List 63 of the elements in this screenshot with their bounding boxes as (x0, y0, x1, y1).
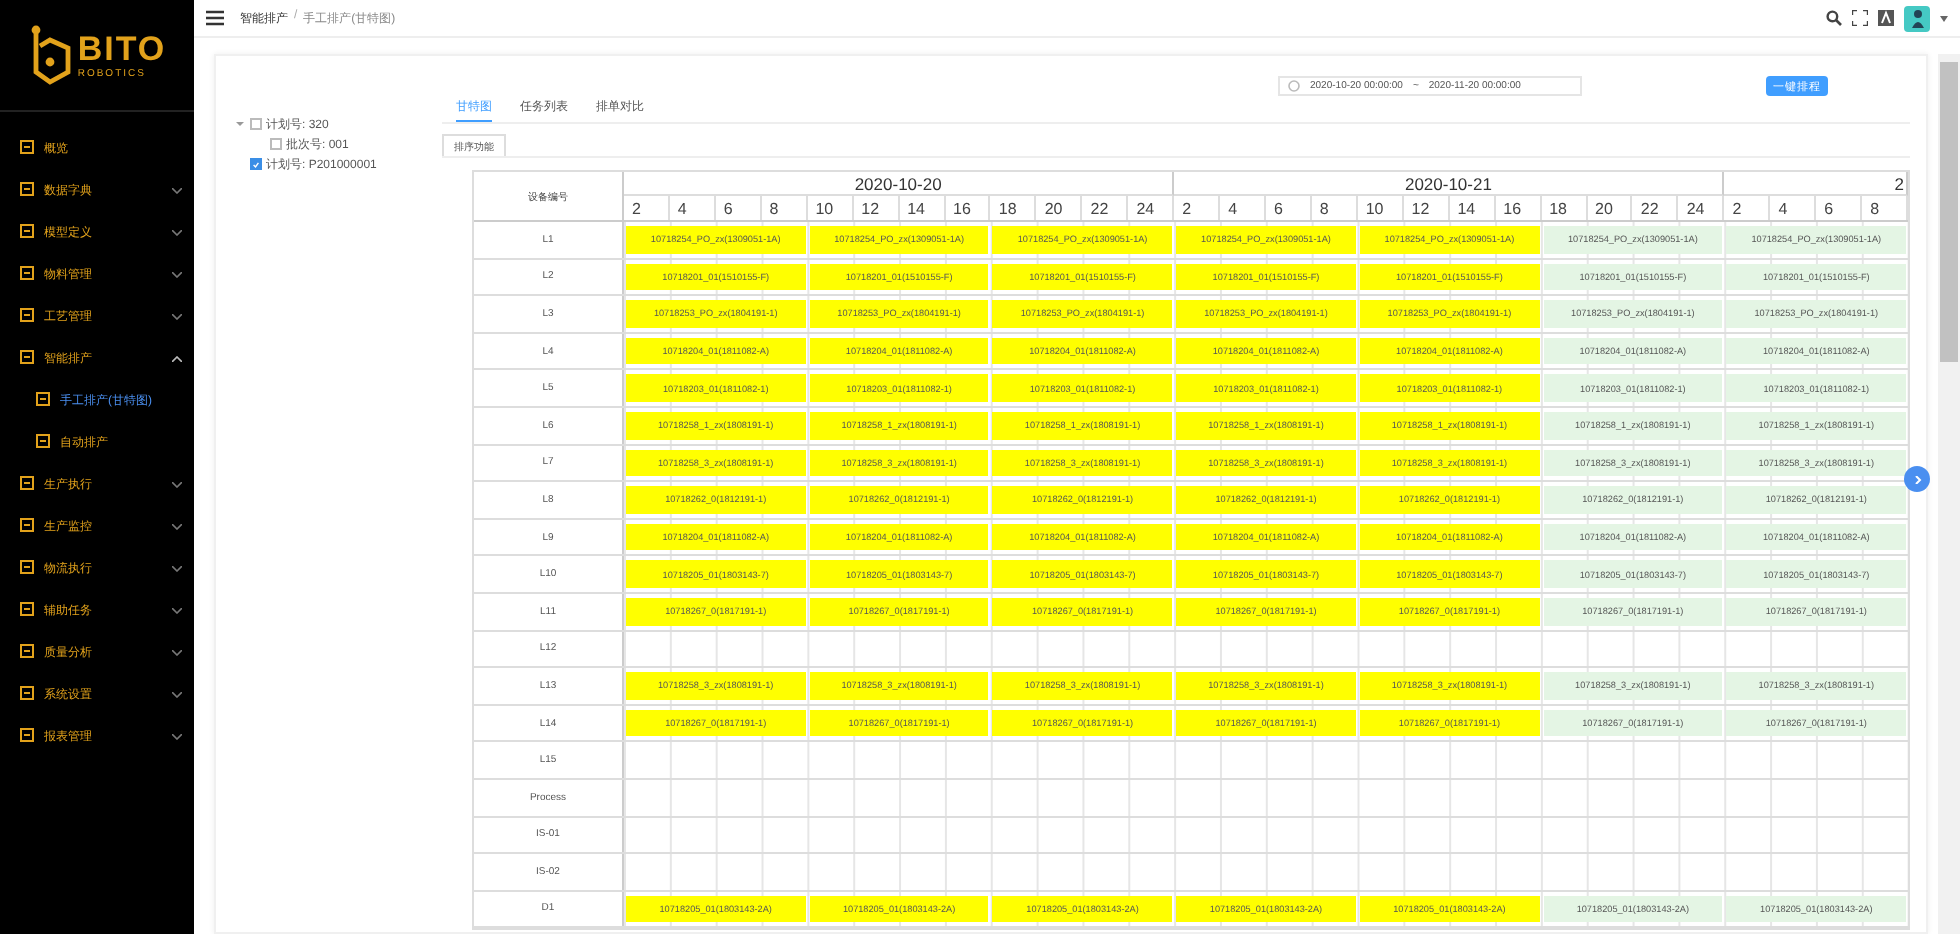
hour-header: 12 (853, 196, 900, 220)
floating-button[interactable] (1904, 466, 1930, 492)
hour-header: 4 (1220, 196, 1266, 220)
hour-header: 10 (807, 196, 854, 220)
menu-icon (20, 686, 34, 704)
menu-icon (20, 644, 34, 662)
hour-header: 8 (1311, 196, 1358, 220)
hour-header: 12 (1403, 196, 1450, 220)
hour-header: 4 (1770, 196, 1817, 220)
hour-header: 2 (1174, 196, 1221, 220)
caret-icon[interactable] (1940, 15, 1948, 21)
logo-text: BITO (77, 31, 167, 67)
menu-icon (20, 518, 34, 536)
text-size-icon[interactable] (1878, 10, 1894, 26)
hour-header: 6 (1816, 196, 1863, 220)
fullscreen-icon[interactable] (1852, 10, 1868, 26)
hour-header: 8 (1862, 196, 1908, 220)
hour-header: 16 (1495, 196, 1542, 220)
checkbox[interactable] (270, 138, 282, 150)
hour-header: 22 (1082, 196, 1129, 220)
clock-icon (1288, 80, 1300, 92)
checkbox[interactable] (250, 118, 262, 130)
hour-header: 6 (715, 196, 762, 220)
menu-icon (36, 392, 50, 410)
scrollbar-thumb[interactable] (1940, 62, 1958, 362)
hour-header: 14 (899, 196, 945, 220)
menu-icon (20, 308, 34, 326)
hour-header: 8 (761, 196, 808, 220)
hour-header: 4 (669, 196, 716, 220)
menu-icon[interactable] (206, 10, 224, 26)
checkbox[interactable] (250, 158, 262, 170)
hour-header: 2 (1724, 196, 1771, 220)
hour-header: 10 (1357, 196, 1404, 220)
search-icon[interactable] (1826, 10, 1842, 26)
menu-icon (20, 266, 34, 284)
menu-icon (20, 728, 34, 746)
hour-header: 14 (1449, 196, 1496, 220)
hour-header: 2 (624, 196, 670, 220)
hour-header: 20 (1587, 196, 1633, 220)
menu-icon (20, 560, 34, 578)
hour-header: 24 (1128, 196, 1175, 220)
expand-icon[interactable] (236, 120, 246, 128)
hour-header: 6 (1266, 196, 1312, 220)
avatar[interactable] (1904, 5, 1930, 31)
hour-header: 24 (1678, 196, 1725, 220)
menu-icon (36, 434, 50, 452)
menu-icon (20, 182, 34, 200)
menu-icon (20, 602, 34, 620)
hour-header: 18 (1541, 196, 1587, 220)
hour-header: 20 (1036, 196, 1083, 220)
date-header: 2 (1724, 172, 1908, 196)
menu-icon (20, 476, 34, 494)
menu-icon (20, 224, 34, 242)
menu-icon (20, 140, 34, 158)
chevron-icon (1913, 475, 1921, 483)
hour-header: 22 (1632, 196, 1679, 220)
date-header: 2020-10-20 (624, 172, 1175, 196)
date-header: 2020-10-21 (1174, 172, 1725, 196)
menu-icon (20, 350, 34, 368)
hour-header: 16 (945, 196, 991, 220)
logo-icon (27, 23, 72, 87)
hour-header: 18 (990, 196, 1037, 220)
scrollbar[interactable] (1938, 54, 1960, 934)
